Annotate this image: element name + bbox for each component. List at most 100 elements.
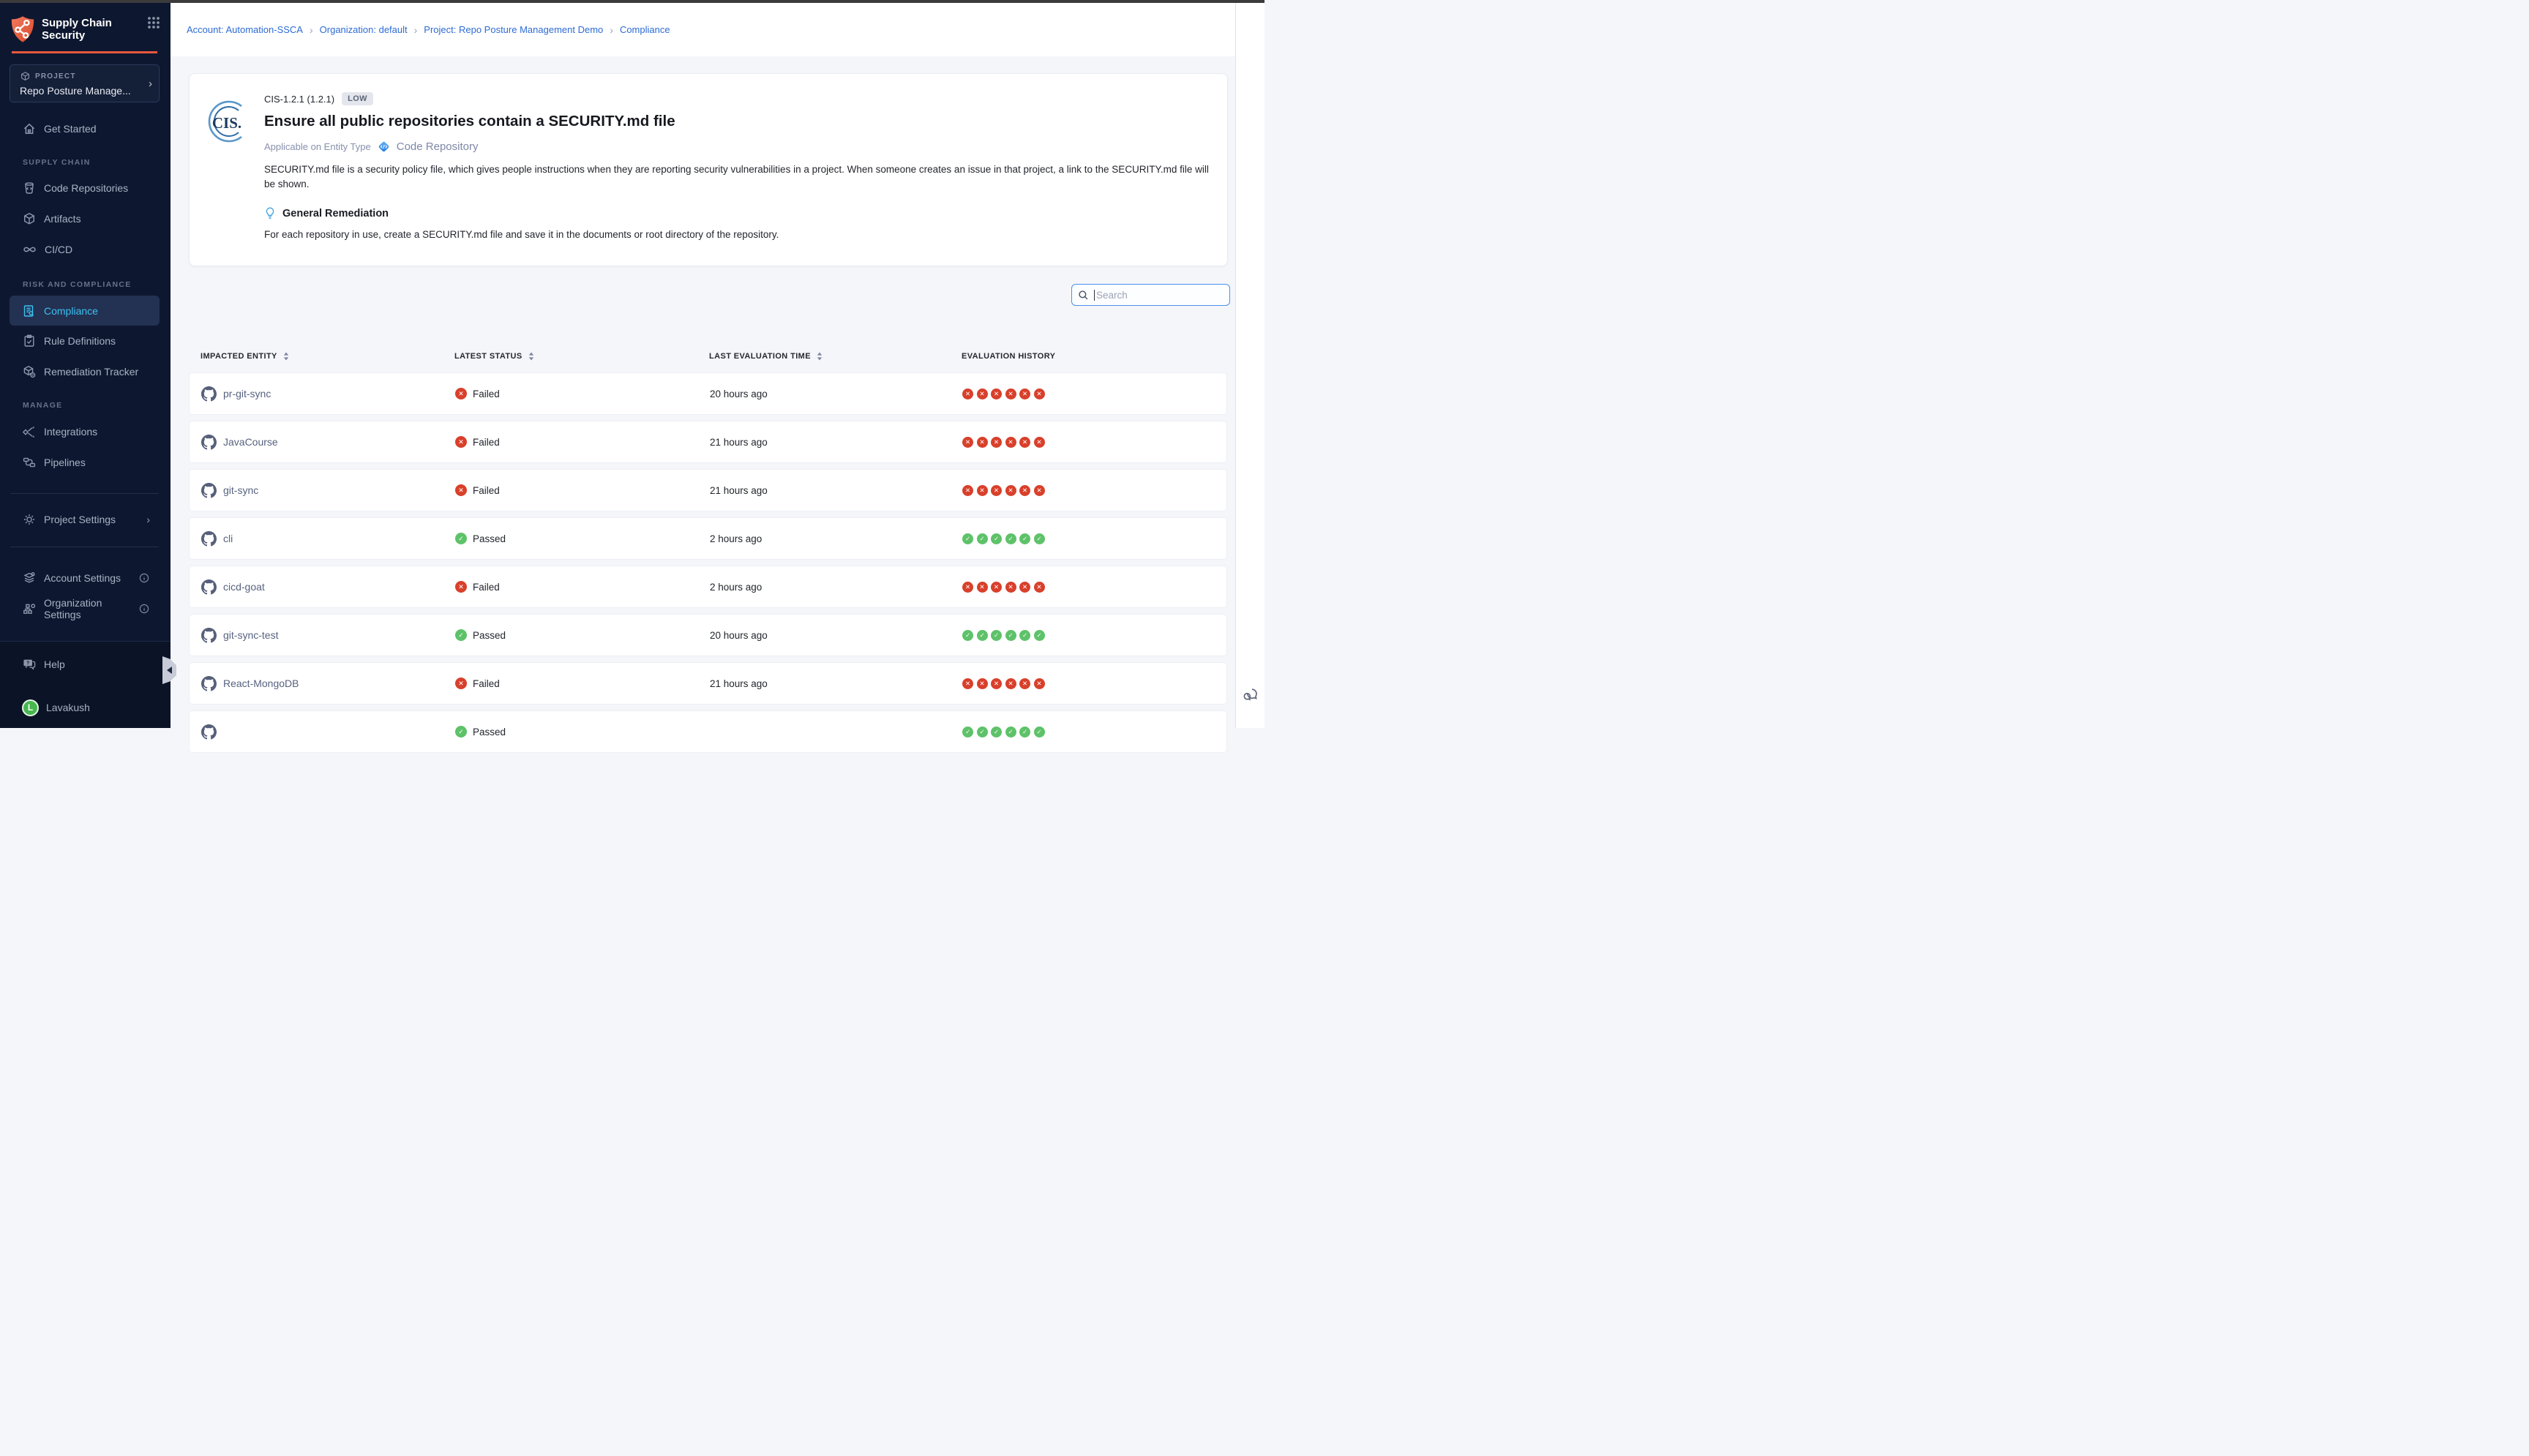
entity-name-link[interactable]: git-sync xyxy=(223,484,258,496)
history-passed-icon[interactable]: ✓ xyxy=(1034,533,1045,544)
history-passed-icon[interactable]: ✓ xyxy=(1005,727,1016,738)
history-passed-icon[interactable]: ✓ xyxy=(1005,533,1016,544)
history-passed-icon[interactable]: ✓ xyxy=(991,533,1002,544)
history-failed-icon[interactable]: ✕ xyxy=(991,678,1002,689)
history-failed-icon[interactable]: ✕ xyxy=(991,437,1002,448)
sidebar-item-rule-definitions[interactable]: Rule Definitions xyxy=(10,326,160,356)
history-passed-icon[interactable]: ✓ xyxy=(962,533,973,544)
history-failed-icon[interactable]: ✕ xyxy=(991,389,1002,399)
table-row[interactable]: pr-git-sync ✕ Failed 20 hours ago ✕✕✕✕✕✕ xyxy=(189,372,1227,415)
history-failed-icon[interactable]: ✕ xyxy=(962,678,973,689)
info-icon[interactable] xyxy=(138,603,150,615)
history-failed-icon[interactable]: ✕ xyxy=(1005,582,1016,593)
sidebar-footer: ? Help L Lavakush xyxy=(0,641,171,728)
history-failed-icon[interactable]: ✕ xyxy=(962,582,973,593)
column-header-latest-status[interactable]: LATEST STATUS xyxy=(454,352,709,361)
sidebar-item-code-repositories[interactable]: Code Repositories xyxy=(10,173,160,203)
help-button[interactable]: ? Help xyxy=(10,651,160,678)
entity-name-link[interactable]: JavaCourse xyxy=(223,436,278,448)
history-failed-icon[interactable]: ✕ xyxy=(1034,485,1045,496)
entity-name-link[interactable]: cli xyxy=(223,533,233,544)
sidebar-item-label: Get Started xyxy=(44,123,97,135)
table-body: pr-git-sync ✕ Failed 20 hours ago ✕✕✕✕✕✕… xyxy=(189,372,1227,759)
history-passed-icon[interactable]: ✓ xyxy=(991,727,1002,738)
history-failed-icon[interactable]: ✕ xyxy=(977,678,988,689)
sidebar-item-cicd[interactable]: CI/CD xyxy=(10,235,160,264)
history-failed-icon[interactable]: ✕ xyxy=(1005,678,1016,689)
sidebar-item-project-settings[interactable]: Project Settings › xyxy=(10,505,160,534)
history-failed-icon[interactable]: ✕ xyxy=(977,389,988,399)
column-header-impacted-entity[interactable]: IMPACTED ENTITY xyxy=(201,352,454,361)
history-failed-icon[interactable]: ✕ xyxy=(1005,485,1016,496)
breadcrumb-link[interactable]: Organization: default xyxy=(320,24,408,35)
sidebar-item-remediation-tracker[interactable]: Remediation Tracker xyxy=(10,357,160,386)
sidebar-item-get-started[interactable]: Get Started xyxy=(10,114,160,143)
history-failed-icon[interactable]: ✕ xyxy=(962,485,973,496)
breadcrumb-link[interactable]: Account: Automation-SSCA xyxy=(187,24,303,35)
sidebar-item-pipelines[interactable]: Pipelines xyxy=(10,448,160,477)
entity-name-link[interactable]: pr-git-sync xyxy=(223,388,271,399)
project-selector[interactable]: PROJECT Repo Posture Manage... › xyxy=(10,64,160,102)
table-row[interactable]: JavaCourse ✕ Failed 21 hours ago ✕✕✕✕✕✕ xyxy=(189,421,1227,463)
table-row[interactable]: ✓ Passed ✓✓✓✓✓✓ xyxy=(189,710,1227,753)
clipboard-check-icon xyxy=(22,334,37,348)
history-failed-icon[interactable]: ✕ xyxy=(977,437,988,448)
entity-name-link[interactable]: React-MongoDB xyxy=(223,678,299,689)
history-failed-icon[interactable]: ✕ xyxy=(977,485,988,496)
history-failed-icon[interactable]: ✕ xyxy=(1019,389,1030,399)
history-failed-icon[interactable]: ✕ xyxy=(1005,389,1016,399)
sidebar-item-compliance[interactable]: Compliance xyxy=(10,296,160,326)
history-failed-icon[interactable]: ✕ xyxy=(1034,437,1045,448)
status-label: Failed xyxy=(473,389,500,399)
search-input[interactable] xyxy=(1096,290,1221,301)
right-utility-strip xyxy=(1235,3,1264,728)
history-passed-icon[interactable]: ✓ xyxy=(1005,630,1016,641)
history-passed-icon[interactable]: ✓ xyxy=(977,630,988,641)
info-icon[interactable] xyxy=(138,572,150,584)
history-failed-icon[interactable]: ✕ xyxy=(991,485,1002,496)
history-passed-icon[interactable]: ✓ xyxy=(991,630,1002,641)
history-failed-icon[interactable]: ✕ xyxy=(962,437,973,448)
sidebar-item-integrations[interactable]: Integrations xyxy=(10,417,160,446)
history-passed-icon[interactable]: ✓ xyxy=(1034,630,1045,641)
table-row[interactable]: React-MongoDB ✕ Failed 21 hours ago ✕✕✕✕… xyxy=(189,662,1227,705)
history-failed-icon[interactable]: ✕ xyxy=(977,582,988,593)
history-failed-icon[interactable]: ✕ xyxy=(962,389,973,399)
history-passed-icon[interactable]: ✓ xyxy=(1019,533,1030,544)
lightbulb-icon xyxy=(264,206,276,220)
history-failed-icon[interactable]: ✕ xyxy=(991,582,1002,593)
history-failed-icon[interactable]: ✕ xyxy=(1019,437,1030,448)
history-passed-icon[interactable]: ✓ xyxy=(977,727,988,738)
app-switcher-icon[interactable] xyxy=(146,15,162,34)
history-failed-icon[interactable]: ✕ xyxy=(1019,582,1030,593)
table-row[interactable]: cicd-goat ✕ Failed 2 hours ago ✕✕✕✕✕✕ xyxy=(189,566,1227,608)
history-passed-icon[interactable]: ✓ xyxy=(1034,727,1045,738)
history-passed-icon[interactable]: ✓ xyxy=(977,533,988,544)
table-row[interactable]: git-sync-test ✓ Passed 20 hours ago ✓✓✓✓… xyxy=(189,614,1227,656)
sidebar-item-organization-settings[interactable]: Organization Settings xyxy=(10,594,160,623)
table-row[interactable]: cli ✓ Passed 2 hours ago ✓✓✓✓✓✓ xyxy=(189,517,1227,560)
history-failed-icon[interactable]: ✕ xyxy=(1034,678,1045,689)
history-passed-icon[interactable]: ✓ xyxy=(1019,727,1030,738)
support-chat-icon[interactable] xyxy=(1242,686,1259,708)
user-menu[interactable]: L Lavakush xyxy=(10,694,160,721)
sidebar-item-artifacts[interactable]: Artifacts xyxy=(10,204,160,233)
breadcrumb-link[interactable]: Project: Repo Posture Management Demo xyxy=(424,24,603,35)
entity-name-link[interactable]: cicd-goat xyxy=(223,581,265,593)
rule-title: Ensure all public repositories contain a… xyxy=(264,113,1215,130)
github-icon xyxy=(201,676,217,691)
github-icon xyxy=(201,435,217,450)
history-passed-icon[interactable]: ✓ xyxy=(962,727,973,738)
history-failed-icon[interactable]: ✕ xyxy=(1019,485,1030,496)
table-row[interactable]: git-sync ✕ Failed 21 hours ago ✕✕✕✕✕✕ xyxy=(189,469,1227,511)
entity-name-link[interactable]: git-sync-test xyxy=(223,629,278,641)
history-failed-icon[interactable]: ✕ xyxy=(1034,389,1045,399)
breadcrumb-link[interactable]: Compliance xyxy=(620,24,670,35)
history-passed-icon[interactable]: ✓ xyxy=(1019,630,1030,641)
column-header-last-evaluation-time[interactable]: LAST EVALUATION TIME xyxy=(709,352,962,361)
history-passed-icon[interactable]: ✓ xyxy=(962,630,973,641)
sidebar-item-account-settings[interactable]: Account Settings xyxy=(10,563,160,593)
history-failed-icon[interactable]: ✕ xyxy=(1005,437,1016,448)
history-failed-icon[interactable]: ✕ xyxy=(1019,678,1030,689)
history-failed-icon[interactable]: ✕ xyxy=(1034,582,1045,593)
